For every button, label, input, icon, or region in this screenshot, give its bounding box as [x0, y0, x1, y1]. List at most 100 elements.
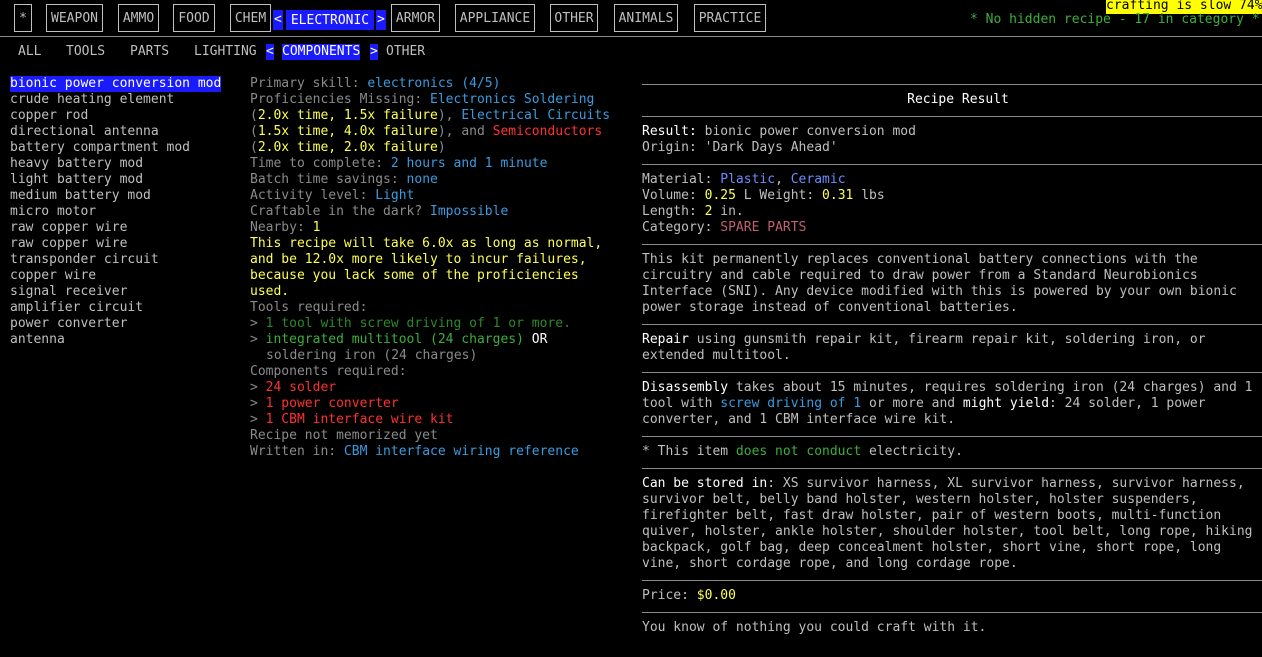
recipe-result-header: Recipe Result: [907, 92, 1009, 107]
disassembly-label: Disassembly: [642, 380, 729, 395]
disassembly-quality-link: screw driving of 1: [720, 396, 862, 411]
tab-weapon[interactable]: WEAPON: [46, 4, 103, 32]
tab-chem[interactable]: CHEM: [230, 4, 271, 32]
component-3: > 1 CBM interface wire kit: [250, 412, 454, 428]
result-divider: [642, 164, 1262, 165]
tab-appliance[interactable]: APPLIANCE: [455, 4, 535, 32]
warning-line-3: because you lack some of the proficienci…: [250, 268, 579, 283]
recipe-list-item[interactable]: directional antenna: [10, 124, 159, 140]
material-ceramic: Ceramic: [790, 172, 846, 187]
result-divider: [642, 116, 1262, 117]
subtab-tools[interactable]: TOOLS: [66, 44, 105, 60]
origin-label: Origin:: [642, 140, 697, 155]
recipe-list-item[interactable]: medium battery mod: [10, 188, 151, 204]
components-label: Components required:: [250, 364, 407, 379]
recipe-list-item[interactable]: raw copper wire: [10, 236, 127, 252]
subtab-left-arrow-icon[interactable]: <: [266, 44, 274, 60]
prof2-close: ), and: [437, 124, 485, 139]
result-divider: [642, 468, 1262, 469]
tab-left-arrow-icon[interactable]: <: [273, 10, 283, 30]
item-description: This kit permanently replaces convention…: [642, 252, 1237, 315]
material-plastic: Plastic: [720, 172, 776, 187]
material-label: Material:: [642, 172, 713, 187]
disassembly-info: Disassembly takes about 15 minutes, requ…: [642, 380, 1262, 428]
recipe-list-item[interactable]: antenna: [10, 332, 65, 348]
length-unit: in.: [720, 204, 744, 219]
category-value: SPARE PARTS: [720, 220, 807, 235]
proficiency-electronics-soldering: Electronics Soldering: [430, 92, 595, 107]
tab-electronic[interactable]: ELECTRONIC: [286, 10, 374, 30]
result-divider: [642, 436, 1262, 437]
subtab-right-arrow-icon[interactable]: >: [370, 44, 378, 60]
warning-line-4: used.: [250, 284, 290, 299]
subtab-all[interactable]: ALL: [18, 44, 41, 60]
volume-label: Volume:: [642, 188, 697, 203]
recipe-list-item[interactable]: light battery mod: [10, 172, 143, 188]
proficiency-3-multipliers: 2.0x time, 2.0x failure: [257, 140, 438, 155]
tab-right-arrow-icon[interactable]: >: [376, 10, 386, 30]
conduct-suffix: electricity.: [868, 444, 963, 459]
repair-label: Repair: [642, 332, 689, 347]
conductivity-line: * This item does not conduct electricity…: [642, 444, 963, 460]
recipe-list-item[interactable]: heavy battery mod: [10, 156, 143, 172]
dark-label: Craftable in the dark?: [250, 204, 423, 219]
result-divider: [642, 324, 1262, 325]
subtab-parts[interactable]: PARTS: [130, 44, 169, 60]
component-2-marker: >: [250, 396, 258, 411]
weight-value: 0.31: [822, 188, 854, 203]
result-divider: [642, 372, 1262, 373]
recipe-list-item[interactable]: raw copper wire: [10, 220, 127, 236]
time-label: Time to complete:: [250, 156, 384, 171]
tab-ammo[interactable]: AMMO: [118, 4, 159, 32]
recipe-list-item[interactable]: copper rod: [10, 108, 88, 124]
recipe-list-item[interactable]: amplifier circuit: [10, 300, 143, 316]
activity-value: Light: [375, 188, 415, 203]
disassembly-text-2: or more and: [869, 396, 956, 411]
proficiencies-line-2: (2.0x time, 1.5x failure), Electrical Ci…: [250, 108, 610, 124]
tab-other[interactable]: OTHER: [550, 4, 598, 32]
material-separator: ,: [775, 172, 783, 187]
volume-value: 0.25: [704, 188, 736, 203]
recipe-list-item[interactable]: transponder circuit: [10, 252, 159, 268]
tab-armor[interactable]: ARMOR: [391, 4, 440, 32]
warning-line-1: This recipe will take 6.0x as long as no…: [250, 236, 603, 251]
volume-weight-line: Volume: 0.25 L Weight: 0.31 lbs: [642, 188, 885, 204]
tab-practice[interactable]: PRACTICE: [694, 4, 766, 32]
recipe-list-item[interactable]: crude heating element: [10, 92, 174, 108]
price-line: Price: $0.00: [642, 588, 736, 604]
tool-2: > integrated multitool (24 charges) OR: [250, 332, 547, 348]
written-in-line: Written in: CBM interface wiring referen…: [250, 444, 579, 460]
component-1-text: 24 solder: [265, 380, 337, 395]
proficiency-semiconductors: Semiconductors: [492, 124, 603, 139]
tab-food[interactable]: FOOD: [173, 4, 215, 32]
subtab-components[interactable]: COMPONENTS: [282, 44, 361, 60]
tool-1-text: 1 tool with screw driving of 1 or more.: [265, 316, 571, 331]
proficiencies-line-4: (2.0x time, 2.0x failure): [250, 140, 446, 156]
recipe-list-item[interactable]: bionic power conversion mod: [10, 76, 222, 92]
tool-2-text: integrated multitool (24 charges): [265, 332, 524, 347]
length-line: Length: 2 in.: [642, 204, 744, 220]
tool-2-or: OR: [531, 332, 548, 347]
recipe-list-item[interactable]: signal receiver: [10, 284, 127, 300]
conduct-prefix: * This item: [642, 444, 729, 459]
prof1-close: ),: [437, 108, 454, 123]
subtab-lighting[interactable]: LIGHTING: [194, 44, 257, 60]
subtab-other[interactable]: OTHER: [386, 44, 425, 60]
tab-all-star[interactable]: *: [14, 4, 32, 32]
recipe-list-item[interactable]: battery compartment mod: [10, 140, 190, 156]
tools-label: Tools required:: [250, 300, 368, 315]
component-2-text: 1 power converter: [265, 396, 399, 411]
price-value: $0.00: [696, 588, 736, 603]
primary-skill-label: Primary skill:: [250, 76, 360, 91]
recipe-list-item[interactable]: copper wire: [10, 268, 96, 284]
origin-line: Origin: 'Dark Days Ahead': [642, 140, 838, 156]
length-label: Length:: [642, 204, 697, 219]
repair-info: Repair using gunsmith repair kit, firear…: [642, 332, 1262, 364]
stored-label: Can be stored in: [642, 476, 768, 491]
tab-animals[interactable]: ANIMALS: [614, 4, 678, 32]
recipe-list-item[interactable]: power converter: [10, 316, 127, 332]
proficiencies-line-1: Proficiencies Missing: Electronics Solde…: [250, 92, 594, 108]
conduct-value: does not conduct: [735, 444, 862, 459]
proficiency-2-multipliers: 1.5x time, 4.0x failure: [257, 124, 438, 139]
recipe-list-item[interactable]: micro motor: [10, 204, 96, 220]
